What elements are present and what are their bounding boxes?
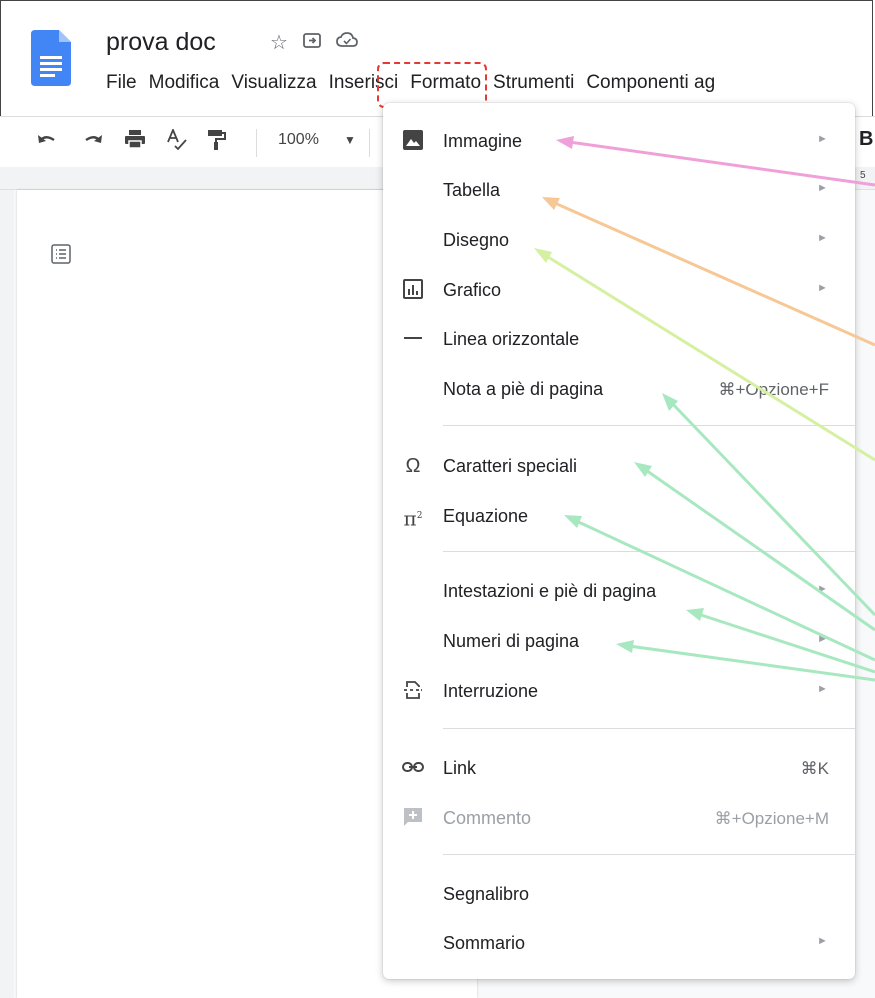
undo-icon[interactable] xyxy=(36,129,58,155)
menu-file[interactable]: File xyxy=(106,72,143,94)
insert-menu: Immagine ► Tabella ► Disegno ► Grafico ►… xyxy=(383,103,855,979)
menu-divider xyxy=(443,854,855,855)
menu-item-equazione[interactable]: π2 Equazione xyxy=(383,494,855,538)
document-outline-icon[interactable] xyxy=(50,243,72,271)
shortcut-text: ⌘+Opzione+F xyxy=(718,380,829,399)
menu-item-nota-pie-pagina[interactable]: Nota a piè di pagina ⌘+Opzione+F xyxy=(383,367,855,411)
highlight-box xyxy=(377,62,487,108)
chart-icon xyxy=(401,278,425,302)
vertical-ruler xyxy=(0,190,14,998)
menu-modifica[interactable]: Modifica xyxy=(143,72,226,94)
menu-item-sommario[interactable]: Sommario ► xyxy=(383,921,855,965)
move-to-folder-icon[interactable] xyxy=(302,30,322,56)
menu-divider xyxy=(443,551,855,552)
menu-item-caratteri-speciali[interactable]: Ω Caratteri speciali xyxy=(383,444,855,488)
menu-item-tabella[interactable]: Tabella ► xyxy=(383,168,855,212)
submenu-arrow-icon: ► xyxy=(817,133,828,145)
shortcut-text: ⌘+Opzione+M xyxy=(714,809,829,828)
title-icon-group: ☆ xyxy=(270,30,358,56)
menu-item-link[interactable]: Link ⌘K xyxy=(383,746,855,790)
document-title[interactable]: prova doc xyxy=(106,28,216,57)
pi-squared-icon: π2 xyxy=(403,506,423,531)
page-break-icon xyxy=(401,679,425,703)
toolbar-divider xyxy=(369,129,370,157)
menu-divider xyxy=(443,425,855,426)
menu-item-disegno[interactable]: Disegno ► xyxy=(383,218,855,262)
bold-button[interactable]: B xyxy=(859,128,873,151)
submenu-arrow-icon: ► xyxy=(817,232,828,244)
toolbar-divider xyxy=(256,129,257,157)
omega-icon: Ω xyxy=(405,455,421,477)
submenu-arrow-icon: ► xyxy=(817,935,828,947)
paint-format-icon[interactable] xyxy=(206,129,226,157)
menu-item-intestazioni[interactable]: Intestazioni e piè di pagina ► xyxy=(383,569,855,613)
spellcheck-icon[interactable] xyxy=(166,127,188,157)
menu-componenti-aggiuntivi[interactable]: Componenti ag xyxy=(580,72,721,94)
menu-item-numeri-pagina[interactable]: Numeri di pagina ► xyxy=(383,619,855,663)
menu-item-grafico[interactable]: Grafico ► xyxy=(383,268,855,312)
menu-item-linea-orizzontale[interactable]: Linea orizzontale xyxy=(383,317,855,361)
print-icon[interactable] xyxy=(124,129,146,155)
redo-icon[interactable] xyxy=(82,129,104,155)
menu-item-interruzione[interactable]: Interruzione ► xyxy=(383,669,855,713)
menu-strumenti[interactable]: Strumenti xyxy=(487,72,580,94)
add-comment-icon xyxy=(401,806,425,830)
menu-item-immagine[interactable]: Immagine ► xyxy=(383,119,855,163)
link-icon xyxy=(401,756,425,780)
zoom-caret-icon[interactable]: ▼ xyxy=(344,133,356,147)
menu-item-segnalibro[interactable]: Segnalibro xyxy=(383,872,855,916)
submenu-arrow-icon: ► xyxy=(817,583,828,595)
ruler-tick-label: 5 xyxy=(860,170,866,181)
menu-visualizza[interactable]: Visualizza xyxy=(225,72,322,94)
submenu-arrow-icon: ► xyxy=(817,182,828,194)
horizontal-line-icon xyxy=(401,327,425,351)
shortcut-text: ⌘K xyxy=(800,759,829,778)
cloud-status-icon[interactable] xyxy=(336,30,358,56)
submenu-arrow-icon: ► xyxy=(817,633,828,645)
star-icon[interactable]: ☆ xyxy=(270,30,288,56)
image-icon xyxy=(401,129,425,153)
submenu-arrow-icon: ► xyxy=(817,683,828,695)
docs-logo-icon[interactable] xyxy=(31,30,71,86)
submenu-arrow-icon: ► xyxy=(817,282,828,294)
zoom-select[interactable]: 100% xyxy=(278,131,319,149)
menu-item-commento[interactable]: Commento ⌘+Opzione+M xyxy=(383,796,855,840)
menu-divider xyxy=(443,728,855,729)
